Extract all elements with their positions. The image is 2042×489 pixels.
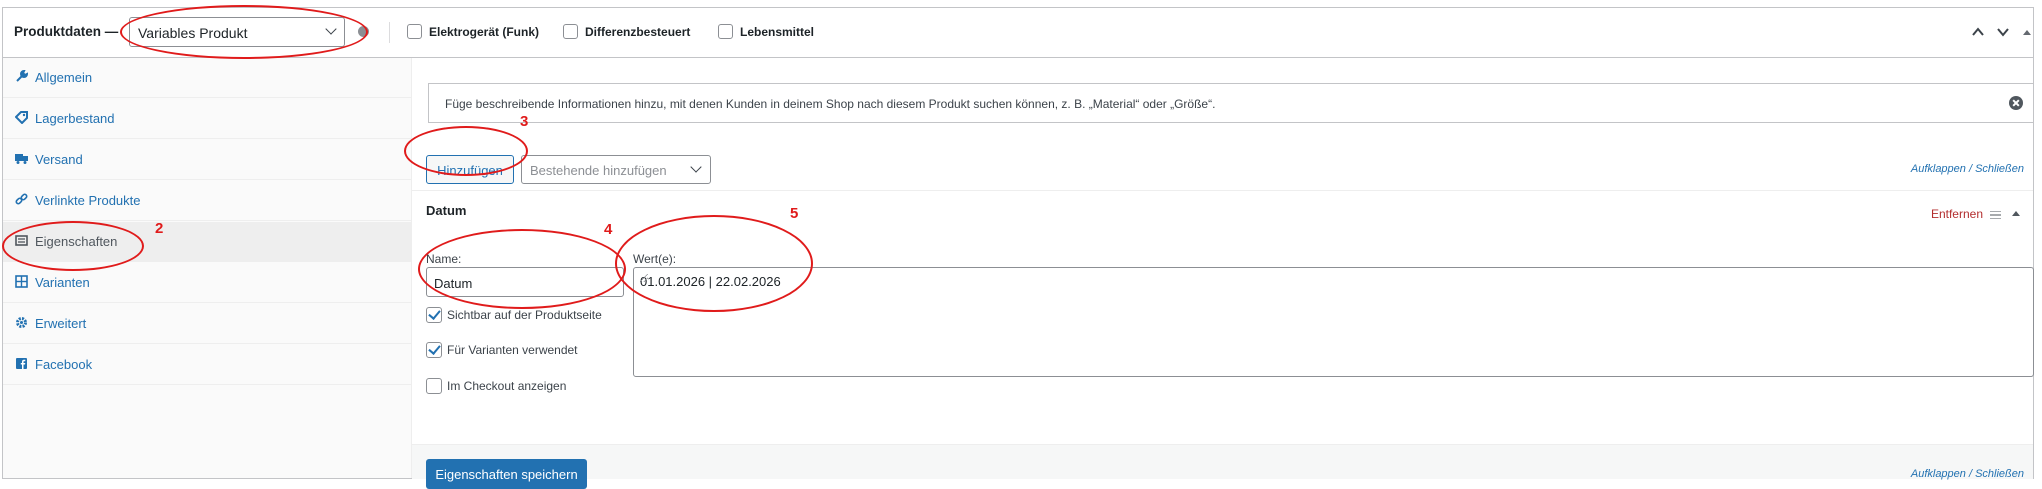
checkbox-box[interactable]: [426, 342, 442, 358]
grid-icon: [15, 275, 28, 288]
annotation-number: 2: [155, 220, 164, 237]
checkbox-label: Sichtbar auf der Produktseite: [447, 308, 602, 322]
collapse-attribute-icon[interactable]: [2012, 211, 2020, 216]
tab-versand[interactable]: Versand: [3, 140, 411, 180]
tab-label: Erweitert: [35, 316, 87, 331]
tab-label: Lagerbestand: [35, 111, 115, 126]
checkbox-label: Elektrogerät (Funk): [429, 25, 540, 39]
chevron-down-icon: [690, 161, 702, 173]
gear-icon: [15, 316, 28, 329]
checkbox-box[interactable]: [563, 24, 578, 39]
close-icon[interactable]: [2009, 96, 2023, 110]
tab-verlinkte-produkte[interactable]: Verlinkte Produkte: [3, 181, 411, 221]
annotation-ellipse: [615, 215, 813, 312]
tab-label: Varianten: [35, 275, 90, 290]
checkbox-label: Differenzbesteuert: [585, 25, 691, 39]
save-attributes-button[interactable]: Eigenschaften speichern: [426, 459, 587, 489]
tab-label: Allgemein: [35, 70, 93, 85]
annotation-number: 5: [790, 205, 799, 222]
annotation-ellipse: [2, 221, 144, 271]
checkbox-box[interactable]: [426, 307, 442, 323]
move-down-icon[interactable]: [1996, 25, 2010, 39]
notice-text: Füge beschreibende Informationen hinzu, …: [445, 97, 1216, 111]
expand-collapse-link[interactable]: Aufklappen / Schließen: [1911, 468, 2024, 480]
info-notice: Füge beschreibende Informationen hinzu, …: [428, 83, 2034, 123]
attributes-footer: [412, 444, 2033, 479]
tab-label: Versand: [35, 152, 83, 167]
tab-label: Facebook: [35, 357, 93, 372]
link-icon: [15, 193, 28, 206]
annotation-ellipse: [418, 229, 626, 309]
annotation-number: 4: [604, 221, 613, 238]
tab-facebook[interactable]: Facebook: [3, 345, 411, 385]
tab-erweitert[interactable]: Erweitert: [3, 304, 411, 344]
expand-collapse-link[interactable]: Aufklappen / Schließen: [1911, 163, 2024, 175]
tab-allgemein[interactable]: Allgemein: [3, 58, 411, 98]
wrench-icon: [15, 69, 29, 83]
annotation-ellipse: [404, 126, 528, 176]
divider: [412, 190, 2033, 191]
checkbox-box[interactable]: [426, 378, 442, 394]
checkbox-label: Lebensmittel: [740, 25, 815, 39]
truck-icon: [15, 152, 28, 165]
checkbox-box[interactable]: [718, 24, 733, 39]
drag-handle-icon[interactable]: [1990, 211, 2001, 219]
remove-attribute-link[interactable]: Entfernen: [1931, 207, 1983, 221]
checkbox-box[interactable]: [407, 24, 422, 39]
attribute-values-textarea[interactable]: 01.01.2026 | 22.02.2026: [633, 267, 2034, 377]
checkbox-label: Für Varianten verwendet: [447, 343, 578, 357]
tab-label: Verlinkte Produkte: [35, 193, 141, 208]
tab-lagerbestand[interactable]: Lagerbestand: [3, 99, 411, 139]
facebook-icon: [15, 357, 28, 370]
annotation-ellipse: [120, 5, 368, 59]
product-data-title: Produktdaten —: [14, 24, 119, 39]
header-divider: [389, 22, 390, 43]
checkbox-label: Im Checkout anzeigen: [447, 379, 567, 393]
existing-attribute-select[interactable]: Bestehende hinzufügen: [521, 155, 711, 184]
move-up-icon[interactable]: [1971, 25, 1985, 39]
annotation-number: 3: [520, 113, 529, 130]
product-data-panel: Produktdaten — Variables Produkt Elektro…: [2, 7, 2034, 489]
attribute-title[interactable]: Datum: [426, 203, 466, 218]
existing-attribute-placeholder: Bestehende hinzufügen: [530, 163, 667, 178]
collapse-panel-icon[interactable]: [2020, 25, 2034, 39]
tag-icon: [14, 111, 28, 125]
